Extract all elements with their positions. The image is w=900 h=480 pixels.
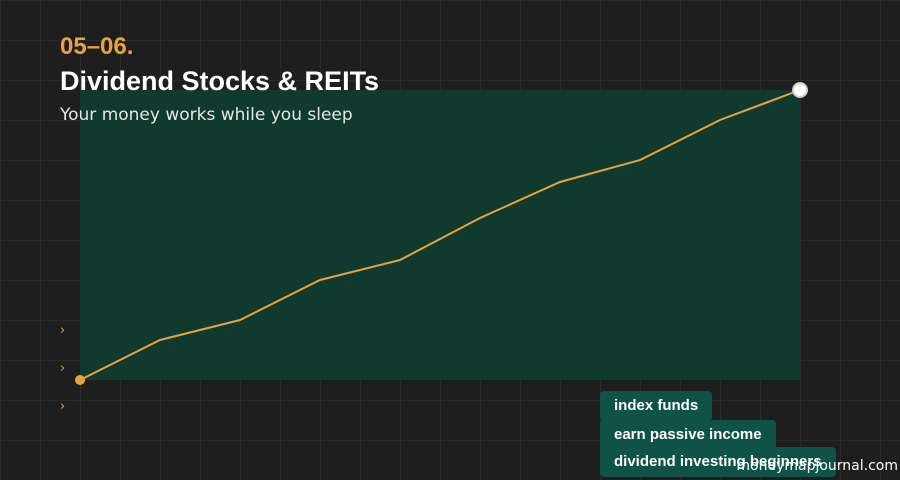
data-point xyxy=(719,119,721,121)
data-point xyxy=(639,159,641,161)
tag-earn-passive-income[interactable]: earn passive income xyxy=(600,420,776,450)
tag-index-funds[interactable]: index funds xyxy=(600,391,713,421)
data-point xyxy=(239,319,241,321)
start-point-marker xyxy=(75,375,85,385)
section-number: 05–06. xyxy=(60,33,134,60)
chevron-right-icon: › xyxy=(60,399,66,414)
end-point-marker xyxy=(792,82,808,98)
site-watermark: moneymapjournal.com xyxy=(736,458,898,474)
data-point xyxy=(559,181,561,183)
data-point xyxy=(159,339,161,341)
data-point xyxy=(319,279,321,281)
chevron-right-icon: › xyxy=(60,361,66,376)
chevron-right-icon: › xyxy=(60,323,66,338)
data-point xyxy=(479,217,481,219)
page-title: Dividend Stocks & REITs xyxy=(60,66,380,96)
page-subtitle: Your money works while you sleep xyxy=(60,105,353,125)
data-point xyxy=(399,259,401,261)
